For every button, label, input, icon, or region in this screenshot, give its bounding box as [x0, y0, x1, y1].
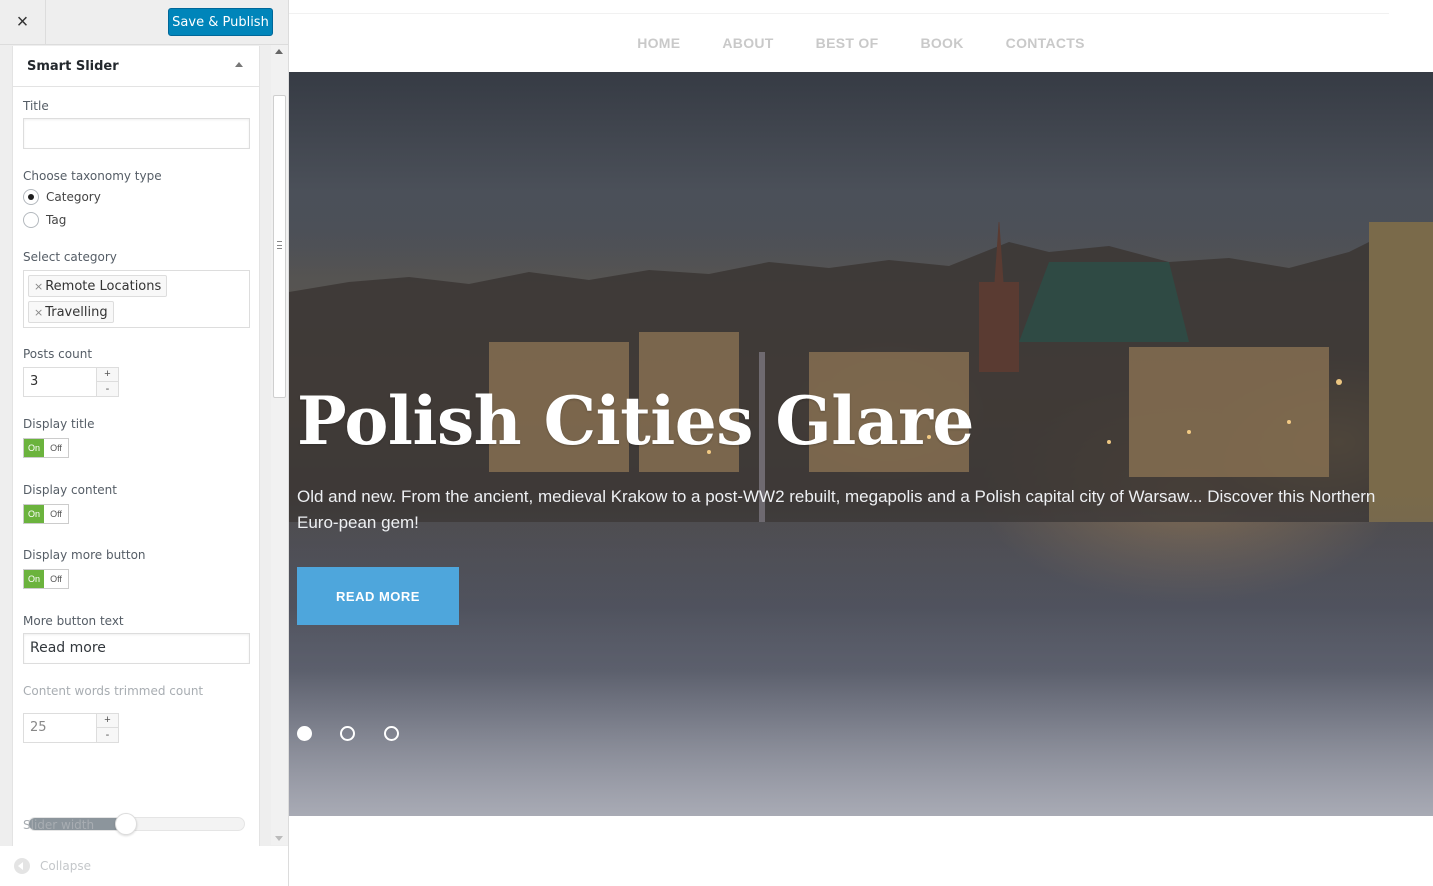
collapse-icon[interactable] — [14, 858, 30, 874]
nav-item-contacts[interactable]: CONTACTS — [1006, 35, 1085, 51]
section-body: Title Choose taxonomy type Category Tag … — [12, 87, 260, 846]
save-publish-button[interactable]: Save & Publish — [168, 8, 273, 36]
collapse-button[interactable]: Collapse — [0, 846, 288, 886]
toggle-off[interactable]: Off — [44, 570, 68, 588]
nav-item-book[interactable]: BOOK — [920, 35, 963, 51]
radio-button-checked[interactable] — [23, 189, 39, 205]
toggle-on[interactable]: On — [24, 570, 44, 588]
grip-icon — [277, 241, 282, 249]
section-header[interactable]: Smart Slider — [12, 46, 260, 87]
decrement-button[interactable]: - — [97, 728, 118, 742]
category-label: Select category — [23, 250, 117, 264]
stepper: + - — [96, 714, 118, 742]
display-content-toggle[interactable]: On Off — [23, 504, 69, 524]
trim-count-value[interactable]: 25 — [30, 720, 47, 735]
trim-count-stepper[interactable]: 25 + - — [23, 713, 119, 743]
toggle-off[interactable]: Off — [44, 505, 68, 523]
radio-category[interactable]: Category — [23, 189, 101, 205]
posts-count-label: Posts count — [23, 347, 93, 361]
remove-icon[interactable]: × — [34, 280, 43, 293]
customizer-header: × Save & Publish — [0, 0, 288, 45]
hero-overlay — [289, 492, 1433, 816]
trim-count-label: Content words trimmed count — [23, 684, 204, 698]
slide-content: Old and new. From the ancient, medieval … — [297, 487, 1376, 532]
slider-width-label: Slider width — [23, 818, 95, 832]
nav-item-home[interactable]: HOME — [637, 35, 680, 51]
city-skyline-image — [289, 222, 1433, 522]
display-title-toggle[interactable]: On Off — [23, 438, 69, 458]
slider-dot[interactable] — [384, 726, 399, 741]
radio-tag-label: Tag — [46, 213, 67, 227]
category-chip[interactable]: × Travelling — [28, 301, 114, 323]
scroll-thumb[interactable] — [273, 95, 286, 398]
more-text-label: More button text — [23, 614, 124, 628]
stepper: + - — [96, 368, 118, 396]
category-select[interactable]: × Remote Locations × Travelling — [23, 270, 250, 328]
decrement-button[interactable]: - — [97, 382, 118, 396]
title-input[interactable] — [23, 118, 250, 149]
slider-dot[interactable] — [340, 726, 355, 741]
nav-item-best-of[interactable]: BEST OF — [816, 35, 879, 51]
toggle-on[interactable]: On — [24, 439, 44, 457]
section-title: Smart Slider — [27, 58, 119, 74]
scroll-down-icon[interactable] — [275, 836, 283, 841]
display-more-label: Display more button — [23, 548, 146, 562]
category-chip[interactable]: × Remote Locations — [28, 275, 168, 297]
category-chip-label: Travelling — [45, 304, 108, 320]
display-more-toggle[interactable]: On Off — [23, 569, 69, 589]
display-content-label: Display content — [23, 483, 117, 497]
arrow-up-icon[interactable] — [235, 62, 243, 67]
close-icon[interactable]: × — [0, 0, 46, 45]
title-label: Title — [23, 99, 49, 113]
radio-category-label: Category — [46, 190, 101, 204]
range-thumb[interactable] — [114, 813, 137, 835]
nav-item-about[interactable]: ABOUT — [722, 35, 773, 51]
taxonomy-label: Choose taxonomy type — [23, 169, 162, 183]
widget-panel: Smart Slider Title Choose taxonomy type … — [12, 46, 260, 846]
scroll-up-icon[interactable] — [275, 49, 283, 54]
posts-count-value[interactable]: 3 — [30, 374, 38, 389]
page-content-area — [289, 816, 1433, 886]
category-chip-label: Remote Locations — [45, 278, 162, 294]
toggle-on[interactable]: On — [24, 505, 44, 523]
radio-button[interactable] — [23, 212, 39, 228]
radio-tag[interactable]: Tag — [23, 212, 66, 228]
toggle-off[interactable]: Off — [44, 439, 68, 457]
increment-button[interactable]: + — [97, 368, 118, 382]
site-preview: HOME ABOUT BEST OF BOOK CONTACTS Polish … — [289, 0, 1433, 886]
collapse-label: Collapse — [40, 859, 91, 873]
slide-title: Polish Cities Glare — [297, 382, 974, 460]
display-title-label: Display title — [23, 417, 95, 431]
remove-icon[interactable]: × — [34, 306, 43, 319]
slider-dot-active[interactable] — [297, 726, 312, 741]
read-more-button[interactable]: READ MORE — [297, 567, 459, 625]
customizer-sidebar: × Save & Publish Smart Slider Title Choo… — [0, 0, 289, 886]
scrollbar[interactable] — [271, 45, 288, 845]
increment-button[interactable]: + — [97, 714, 118, 728]
main-navigation: HOME ABOUT BEST OF BOOK CONTACTS — [289, 0, 1433, 72]
hero-slider: Polish Cities Glare Old and new. From th… — [289, 72, 1433, 816]
more-text-input[interactable]: Read more — [23, 633, 250, 664]
posts-count-stepper[interactable]: 3 + - — [23, 367, 119, 397]
